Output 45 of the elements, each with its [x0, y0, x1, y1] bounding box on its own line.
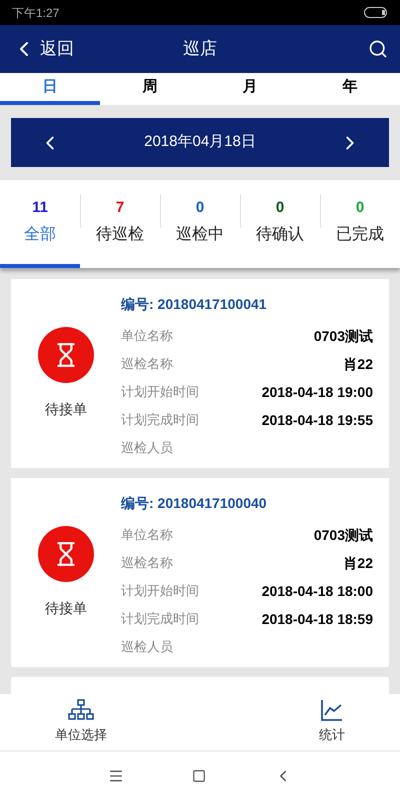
period-tab[interactable]: 周 — [100, 73, 200, 105]
status-tab[interactable]: 0 已完成 — [320, 180, 400, 268]
order-card[interactable]: 待接单 编号: 20180417100040 单位名称 0703测试 巡检名称 肖22 计划开始时间 2018-04-18 18:00 计划完成时间 2018-04-18 18:59 巡检人员 — [11, 478, 389, 667]
field-value: 2018-04-18 18:59 — [262, 610, 373, 628]
status-time: 下午1:27 — [12, 4, 60, 22]
page-title: 巡店 — [183, 38, 217, 60]
field-value: 2018-04-18 19:00 — [262, 382, 373, 402]
field-value: 肖22 — [343, 354, 373, 374]
field-label: 计划完成时间 — [121, 610, 199, 628]
field-label: 计划开始时间 — [121, 383, 199, 402]
date-label: 2018年04月18日 — [144, 132, 256, 152]
search-icon[interactable] — [368, 39, 388, 59]
order-number: 编号: 20180417100041 — [121, 295, 268, 314]
home-icon[interactable] — [192, 769, 206, 783]
menu-icon[interactable] — [108, 768, 124, 784]
hierarchy-icon — [68, 699, 94, 722]
field-label: 巡检名称 — [121, 355, 173, 374]
period-tab[interactable]: 年 — [300, 73, 400, 105]
field-label: 计划完成时间 — [121, 411, 199, 430]
status-tab[interactable]: 0 巡检中 — [160, 180, 240, 268]
order-number: 编号: 20180417100040 — [121, 494, 268, 513]
bottom-nav-item[interactable]: 统计 — [319, 699, 345, 745]
order-status: 待接单 — [45, 599, 87, 618]
order-status: 待接单 — [45, 400, 87, 419]
status-tab[interactable]: 0 待确认 — [240, 180, 320, 268]
field-label: 单位名称 — [121, 526, 173, 544]
field-value: 2018-04-18 19:55 — [262, 410, 373, 430]
order-card[interactable]: 待接单 编号: 20180417100041 单位名称 0703测试 巡检名称 肖22 计划开始时间 2018-04-18 19:00 计划完成时间 2018-04-18 19:55 巡检人员 — [11, 279, 389, 468]
battery-icon — [364, 7, 388, 18]
bottom-nav-item[interactable]: 单位选择 — [55, 699, 107, 745]
back-button[interactable]: 返回 — [12, 36, 74, 62]
field-value: 0703测试 — [314, 526, 373, 544]
period-tab[interactable]: 日 — [0, 73, 100, 105]
field-label: 单位名称 — [121, 327, 173, 346]
field-label: 巡检人员 — [121, 638, 173, 656]
period-tab[interactable]: 月 — [200, 73, 300, 105]
field-value: 0703测试 — [314, 326, 373, 346]
field-label: 计划开始时间 — [121, 582, 199, 600]
field-value: 2018-04-18 18:00 — [262, 582, 373, 600]
field-label: 巡检人员 — [121, 439, 173, 458]
field-label: 巡检名称 — [121, 554, 173, 572]
status-tab[interactable]: 7 待巡检 — [80, 180, 160, 268]
line-chart-icon — [321, 699, 343, 722]
field-value: 肖22 — [343, 554, 373, 572]
status-tab[interactable]: 11 全部 — [0, 180, 80, 268]
